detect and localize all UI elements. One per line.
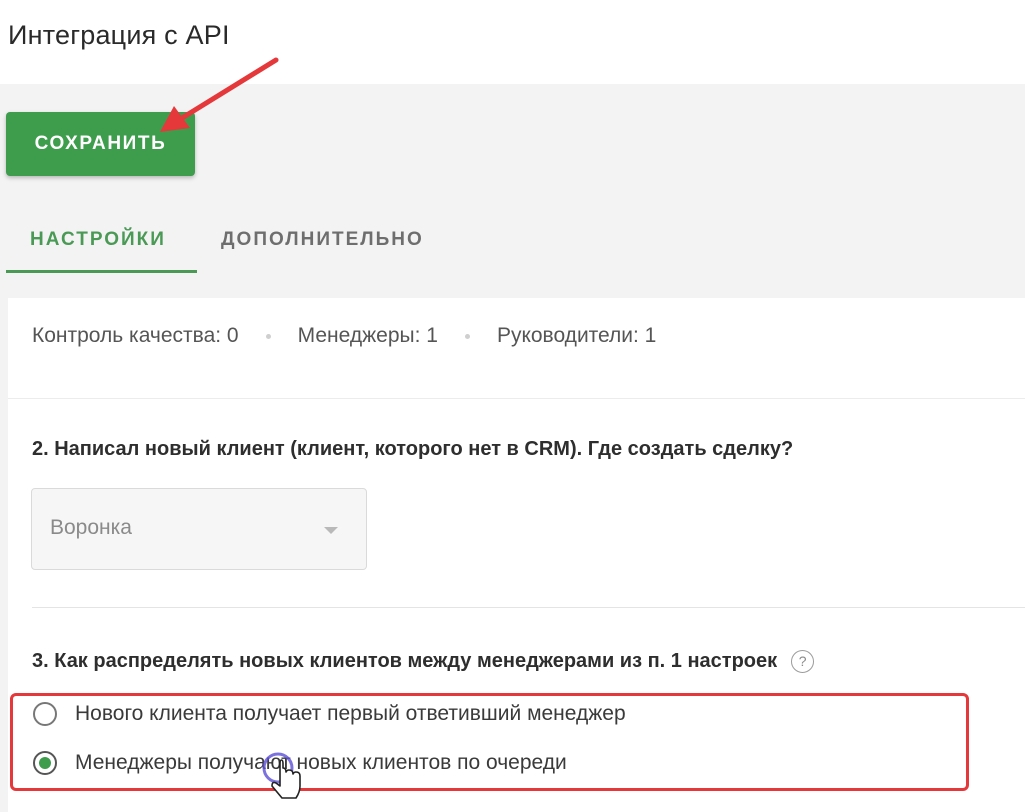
settings-card: Контроль качества: 0 Менеджеры: 1 Руково… xyxy=(8,298,1025,812)
divider xyxy=(32,607,1025,608)
question-2-title: 2. Написал новый клиент (клиент, которог… xyxy=(32,438,794,460)
hand-pointer-icon xyxy=(262,752,301,799)
stats-row: Контроль качества: 0 Менеджеры: 1 Руково… xyxy=(32,324,656,348)
radio-checked-icon[interactable] xyxy=(33,751,57,775)
chevron-down-icon xyxy=(324,527,338,534)
funnel-select[interactable]: Воронка xyxy=(31,488,367,570)
tabs: НАСТРОЙКИ ДОПОЛНИТЕЛЬНО xyxy=(6,210,448,274)
stat-managers: Менеджеры: 1 xyxy=(297,324,438,347)
tab-advanced[interactable]: ДОПОЛНИТЕЛЬНО xyxy=(197,210,448,270)
question-3-title-text: 3. Как распределять новых клиентов между… xyxy=(32,650,778,672)
radio-option-first-responder[interactable]: Нового клиента получает первый ответивши… xyxy=(33,702,626,726)
radio-option-label: Нового клиента получает первый ответивши… xyxy=(75,702,626,725)
dot-separator-icon xyxy=(464,333,470,339)
distribution-radio-group: Нового клиента получает первый ответивши… xyxy=(10,693,969,791)
divider xyxy=(8,398,1025,399)
tab-settings[interactable]: НАСТРОЙКИ xyxy=(6,210,197,273)
funnel-select-placeholder: Воронка xyxy=(50,516,132,539)
radio-unchecked-icon[interactable] xyxy=(33,702,57,726)
question-3-title: 3. Как распределять новых клиентов между… xyxy=(32,650,815,673)
stat-supervisors: Руководители: 1 xyxy=(496,324,657,347)
red-arrow-annotation-icon xyxy=(160,57,279,132)
stat-quality-control: Контроль качества: 0 xyxy=(32,324,239,347)
dot-separator-icon xyxy=(265,333,271,339)
radio-option-label: Менеджеры получают новых клиентов по оче… xyxy=(75,751,567,774)
page-title: Интеграция с API xyxy=(8,20,230,50)
help-icon[interactable]: ? xyxy=(791,650,815,673)
